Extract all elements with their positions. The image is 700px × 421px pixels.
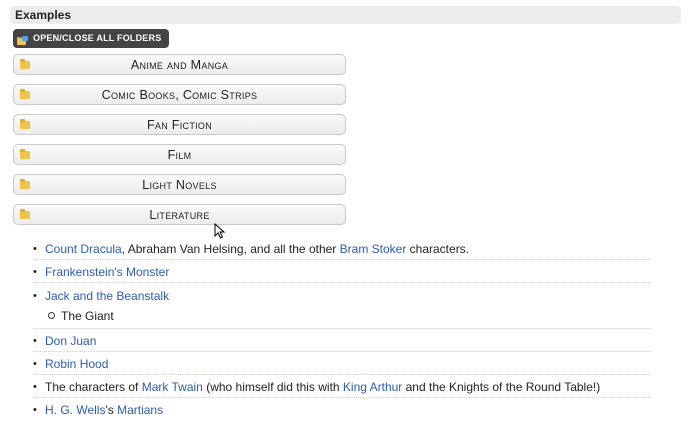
link-hg-wells[interactable]: H. G. Wells — [45, 403, 105, 417]
item-text: Robin Hood — [45, 353, 108, 375]
link-king-arthur[interactable]: King Arthur — [343, 380, 402, 394]
list-item: • The characters of Mark Twain (who hims… — [33, 376, 651, 398]
bullet: • — [33, 266, 37, 278]
open-close-all-folders-button[interactable]: OPEN/CLOSE ALL FOLDERS — [13, 29, 170, 48]
folder-icon — [20, 149, 30, 159]
folder-toggle-icon — [17, 34, 28, 45]
folder-comic-books[interactable]: Comic Books, Comic Strips — [13, 84, 346, 105]
list-item: • H. G. Wells's Martians — [33, 399, 651, 421]
folder-label: Fan Fiction — [146, 117, 213, 132]
item-text-part: characters. — [406, 242, 470, 256]
item-text: The characters of Mark Twain (who himsel… — [45, 376, 600, 398]
item-text: Don Juan — [45, 330, 96, 352]
folder-light-novels[interactable]: Light Novels — [13, 174, 346, 195]
folder-film[interactable]: Film — [13, 144, 346, 165]
link-frankensteins-monster[interactable]: Frankenstein's Monster — [45, 265, 169, 279]
folder-label: Literature — [149, 207, 210, 222]
list-item: • Count Dracula, Abraham Van Helsing, an… — [33, 238, 651, 260]
bullet: • — [33, 381, 37, 393]
folder-anime-and-manga[interactable]: Anime and Manga — [13, 54, 346, 75]
item-text: H. G. Wells's Martians — [45, 399, 163, 421]
list-item: • Frankenstein's Monster — [33, 261, 651, 283]
list-item: • Don Juan — [33, 330, 651, 352]
item-text-part: The characters of — [45, 380, 142, 394]
link-jack-and-the-beanstalk[interactable]: Jack and the Beanstalk — [45, 289, 169, 303]
bullet: • — [33, 290, 37, 302]
item-text: Jack and the Beanstalk — [45, 285, 169, 307]
bullet: • — [33, 404, 37, 416]
bullet: • — [33, 335, 37, 347]
item-text: Frankenstein's Monster — [45, 261, 169, 283]
item-text-part: and the Knights of the Round Table!) — [402, 380, 601, 394]
bullet: • — [33, 243, 37, 255]
sub-list-item: The Giant — [48, 306, 114, 326]
list-item: • Robin Hood — [33, 353, 651, 375]
folder-literature[interactable]: Literature — [13, 204, 346, 225]
folder-icon — [20, 119, 30, 129]
folder-icon — [20, 89, 30, 99]
item-text-part: 's — [105, 403, 118, 417]
link-don-juan[interactable]: Don Juan — [45, 334, 96, 348]
section-header-examples: Examples — [10, 6, 681, 24]
folder-icon — [20, 59, 30, 69]
folder-label: Film — [167, 147, 192, 162]
link-robin-hood[interactable]: Robin Hood — [45, 357, 108, 371]
folder-icon — [20, 209, 30, 219]
folder-label: Light Novels — [142, 177, 217, 192]
item-text: Count Dracula, Abraham Van Helsing, and … — [45, 238, 469, 260]
sub-item-text: The Giant — [61, 309, 114, 323]
folder-icon — [20, 179, 30, 189]
toggle-label: OPEN/CLOSE ALL FOLDERS — [33, 33, 162, 43]
folder-label: Comic Books, Comic Strips — [101, 87, 258, 102]
link-bram-stoker[interactable]: Bram Stoker — [340, 242, 407, 256]
bullet: • — [33, 358, 37, 370]
circle-bullet — [48, 312, 55, 320]
section-title: Examples — [15, 8, 72, 22]
folder-fan-fiction[interactable]: Fan Fiction — [13, 114, 346, 135]
item-text-part: , Abraham Van Helsing, and all the other — [121, 242, 340, 256]
link-mark-twain[interactable]: Mark Twain — [142, 380, 203, 394]
folder-label: Anime and Manga — [130, 57, 229, 72]
item-text-part: (who himself did this with — [202, 380, 343, 394]
link-martians[interactable]: Martians — [117, 403, 163, 417]
mouse-cursor-icon — [214, 223, 226, 239]
list-item: • Jack and the Beanstalk — [33, 285, 651, 329]
link-count-dracula[interactable]: Count Dracula — [45, 242, 122, 256]
